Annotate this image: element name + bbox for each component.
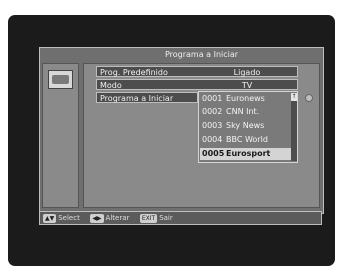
channel-name: BBC World bbox=[226, 135, 268, 144]
row-label: Modo bbox=[100, 81, 122, 90]
channel-item[interactable]: 0002 CNN Int. bbox=[202, 106, 294, 118]
updown-key-icon: ▲▼ bbox=[43, 213, 57, 223]
leftright-key-icon: ◀▶ bbox=[90, 213, 104, 223]
row-modo[interactable]: Modo TV bbox=[96, 79, 298, 90]
channel-number: 0002 bbox=[202, 107, 223, 116]
channel-item[interactable]: 0004 BBC World bbox=[202, 134, 294, 146]
exit-key-icon: EXIT bbox=[139, 213, 158, 223]
channel-number: 0005 bbox=[202, 149, 225, 158]
channel-item-selected[interactable]: 0005 Eurosport bbox=[200, 148, 296, 160]
row-value: TV bbox=[241, 81, 253, 90]
footer-sair-label: Sair bbox=[159, 214, 173, 222]
channel-name: Sky News bbox=[226, 121, 265, 130]
dropdown-scrollbar[interactable] bbox=[291, 93, 297, 161]
row-programa-a-iniciar[interactable]: Programa a Iniciar bbox=[96, 92, 198, 103]
footer-bar: ▲▼ Select ◀▶ Alterar EXIT Sair bbox=[39, 211, 322, 225]
footer-select-label: Select bbox=[58, 214, 80, 222]
menu-title: Programa a Iniciar bbox=[164, 50, 239, 59]
channel-item[interactable]: 0001 Euronews bbox=[202, 93, 294, 105]
footer-alterar-label: Alterar bbox=[105, 214, 130, 222]
channel-number: 0003 bbox=[202, 121, 223, 130]
row-label: Programa a Iniciar bbox=[100, 94, 174, 103]
tv-icon bbox=[48, 70, 73, 89]
scroll-indicator-icon bbox=[305, 94, 313, 102]
channel-name: Eurosport bbox=[226, 149, 271, 158]
row-label: Prog. Predefinido bbox=[100, 68, 168, 77]
channel-item[interactable]: 0003 Sky News bbox=[202, 120, 294, 132]
channel-number: 0001 bbox=[202, 94, 223, 103]
channel-name: Euronews bbox=[226, 94, 265, 103]
row-prog-predefinido[interactable]: Prog. Predefinido Ligado bbox=[96, 66, 298, 77]
row-value: Ligado bbox=[233, 68, 261, 77]
scroll-up-arrow-icon[interactable]: ↑ bbox=[291, 93, 297, 101]
channel-name: CNN Int. bbox=[226, 107, 260, 116]
channel-number: 0004 bbox=[202, 135, 223, 144]
